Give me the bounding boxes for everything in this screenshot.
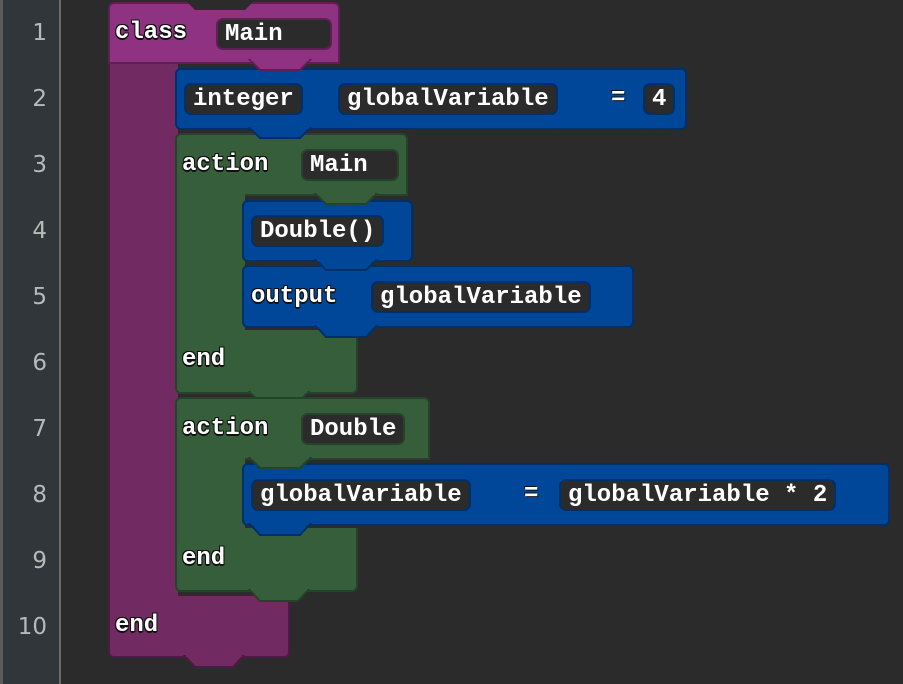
class-name-field[interactable]: Main xyxy=(216,18,332,50)
action-main-body xyxy=(175,194,245,334)
assign-operator: = xyxy=(611,85,626,112)
assignment-bottom-tab xyxy=(247,522,313,536)
line-number: 8 xyxy=(32,482,47,508)
action-main-header[interactable]: action Main xyxy=(175,133,408,196)
action-double-header[interactable]: action Double xyxy=(175,397,430,460)
class-bottom-notch xyxy=(182,654,246,668)
action-double-bottom-notch xyxy=(247,588,311,602)
action-end-keyword: end xyxy=(182,346,226,373)
line-number: 1 xyxy=(32,20,47,46)
line-number: 2 xyxy=(32,86,47,112)
assign-operator: = xyxy=(524,481,539,508)
value-field[interactable]: 4 xyxy=(643,83,676,115)
output-bottom-tab xyxy=(313,324,379,338)
class-header-tab xyxy=(247,58,313,71)
line-number: 10 xyxy=(17,614,47,640)
call-double-block[interactable]: Double() xyxy=(242,200,413,262)
line-number: 6 xyxy=(32,350,47,376)
class-block-body xyxy=(108,60,178,600)
class-top-notch xyxy=(185,0,255,10)
action-name-field[interactable]: Double xyxy=(301,413,406,445)
variable-declaration-block[interactable]: integer globalVariable = 4 xyxy=(175,68,687,130)
line-number: 9 xyxy=(32,548,47,574)
action-keyword: action xyxy=(182,415,269,442)
variable-name-field[interactable]: globalVariable xyxy=(338,83,558,115)
output-keyword: output xyxy=(251,283,338,310)
output-expression-field[interactable]: globalVariable xyxy=(371,281,591,313)
assignment-block[interactable]: globalVariable = globalVariable * 2 xyxy=(242,463,890,526)
action-name-field[interactable]: Main xyxy=(301,149,399,181)
class-end-block[interactable]: end xyxy=(108,596,290,658)
call-double-field[interactable]: Double() xyxy=(251,215,385,247)
assignment-expression-field[interactable]: globalVariable * 2 xyxy=(559,479,837,511)
line-number: 5 xyxy=(32,284,47,310)
action-double-header-tab xyxy=(247,456,313,469)
line-number-gutter: 1 2 3 4 5 6 7 8 9 10 xyxy=(0,0,61,684)
output-statement-block[interactable]: output globalVariable xyxy=(242,265,634,328)
type-field[interactable]: integer xyxy=(184,83,303,115)
line-number: 7 xyxy=(32,416,47,442)
call-double-bottom-tab xyxy=(313,258,379,271)
action-end-keyword: end xyxy=(182,545,226,572)
class-keyword: class xyxy=(115,19,188,46)
assignment-target-field[interactable]: globalVariable xyxy=(251,479,471,511)
class-end-keyword: end xyxy=(115,612,159,639)
line-number: 3 xyxy=(32,152,47,178)
declaration-bottom-tab xyxy=(247,126,313,139)
action-main-header-tab xyxy=(313,192,379,205)
line-number: 4 xyxy=(32,218,47,244)
action-keyword: action xyxy=(182,151,269,178)
action-double-body xyxy=(175,458,245,532)
